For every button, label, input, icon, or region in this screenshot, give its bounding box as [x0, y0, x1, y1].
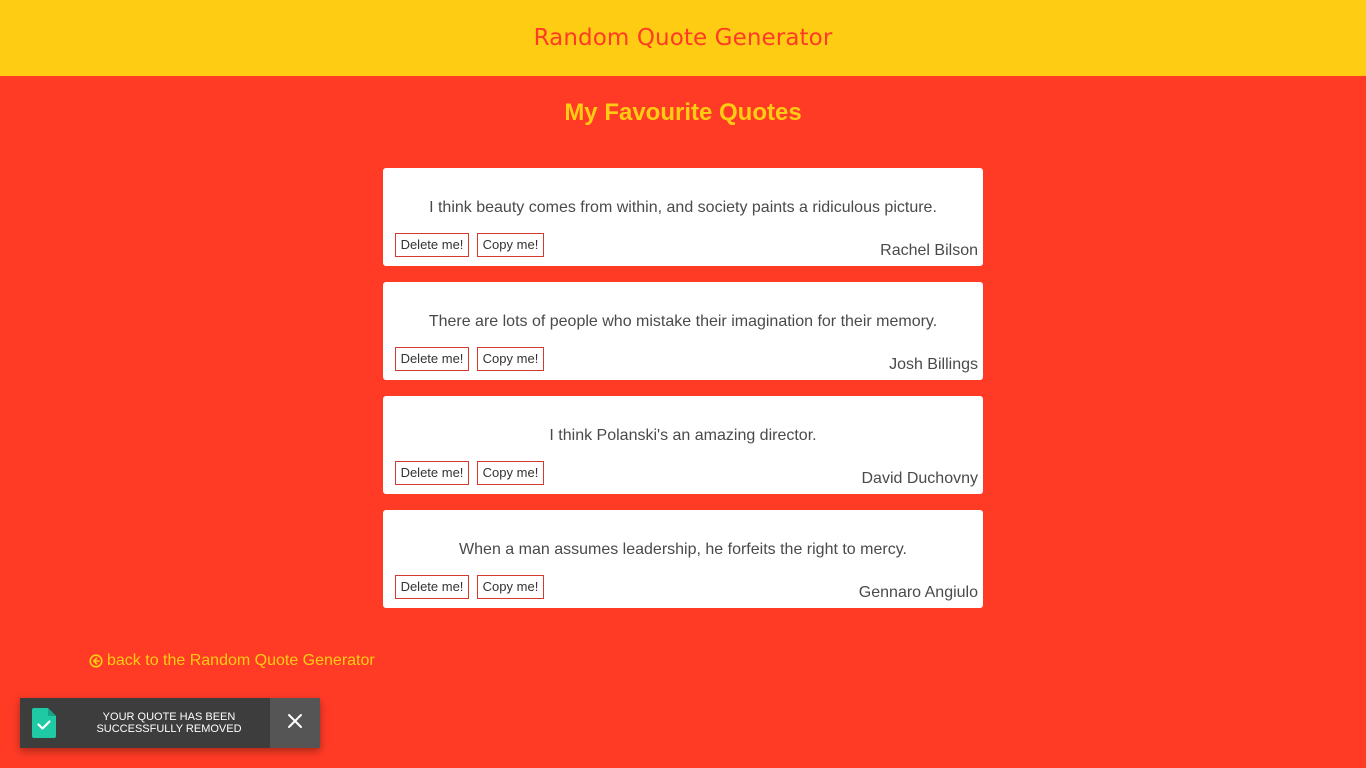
header-bar: Random Quote Generator [0, 0, 1366, 76]
back-link-label: back to the Random Quote Generator [107, 652, 375, 669]
quote-text: I think beauty comes from within, and so… [429, 199, 937, 216]
toast-message: YOUR QUOTE HAS BEEN SUCCESSFULLY REMOVED [96, 711, 242, 735]
toast-notification: YOUR QUOTE HAS BEEN SUCCESSFULLY REMOVED [20, 698, 320, 748]
page-heading: My Favourite Quotes [564, 99, 802, 126]
file-check-icon [20, 698, 68, 748]
delete-quote-button[interactable]: Delete me! [395, 347, 469, 371]
copy-quote-button[interactable]: Copy me! [477, 461, 544, 485]
delete-quote-button[interactable]: Delete me! [395, 461, 469, 485]
close-icon [287, 713, 303, 734]
arrow-circle-left-icon [89, 654, 103, 668]
quote-list: I think beauty comes from within, and so… [383, 168, 983, 624]
quote-text: There are lots of people who mistake the… [428, 313, 938, 330]
delete-quote-button[interactable]: Delete me! [395, 233, 469, 257]
copy-quote-button[interactable]: Copy me! [477, 347, 544, 371]
quote-card: When a man assumes leadership, he forfei… [383, 510, 983, 608]
quote-card: I think Polanski's an amazing director. … [383, 396, 983, 494]
back-to-generator-link[interactable]: back to the Random Quote Generator [89, 652, 375, 670]
quote-author: Rachel Bilson [880, 242, 978, 259]
copy-quote-button[interactable]: Copy me! [477, 233, 544, 257]
quote-author: Josh Billings [889, 356, 978, 373]
quote-card: There are lots of people who mistake the… [383, 282, 983, 380]
delete-quote-button[interactable]: Delete me! [395, 575, 469, 599]
quote-card: I think beauty comes from within, and so… [383, 168, 983, 266]
toast-close-button[interactable] [270, 698, 320, 748]
quote-author: David Duchovny [861, 470, 979, 487]
copy-quote-button[interactable]: Copy me! [477, 575, 544, 599]
quote-author: Gennaro Angiulo [858, 584, 978, 601]
app-title: Random Quote Generator [533, 25, 833, 51]
quote-text: I think Polanski's an amazing director. [549, 427, 817, 444]
quote-text: When a man assumes leadership, he forfei… [459, 541, 907, 558]
